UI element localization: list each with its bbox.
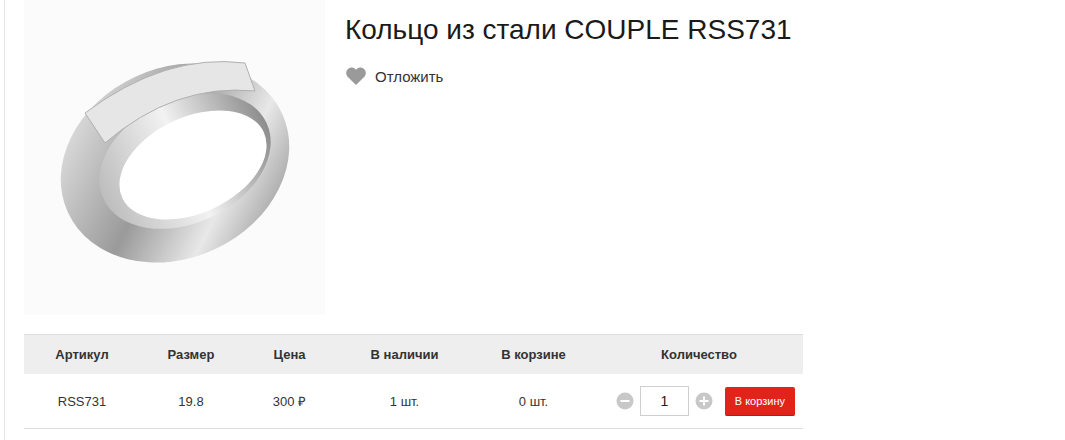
- price-cell: 300 ₽: [242, 392, 337, 410]
- column-header: В наличии: [337, 347, 472, 362]
- column-header: В корзине: [472, 347, 595, 362]
- product-header: Кольцо из стали COUPLE RSS731 Отложить: [24, 0, 1065, 315]
- plus-icon[interactable]: [695, 392, 713, 410]
- size-cell: 19.8: [140, 394, 242, 409]
- quantity-input[interactable]: 1: [640, 386, 689, 416]
- stock-cell: 1 шт.: [337, 394, 472, 409]
- column-header: Артикул: [24, 347, 140, 362]
- product-title: Кольцо из стали COUPLE RSS731: [345, 14, 792, 46]
- wishlist-label: Отложить: [375, 68, 443, 85]
- add-to-cart-button[interactable]: В корзину: [725, 387, 795, 416]
- column-header: Размер: [140, 347, 242, 362]
- product-info: Кольцо из стали COUPLE RSS731 Отложить: [325, 0, 792, 315]
- product-page: Кольцо из стали COUPLE RSS731 Отложить А…: [4, 0, 1065, 440]
- minus-icon[interactable]: [616, 392, 634, 410]
- quantity-cell: 1 В корзину: [595, 386, 803, 416]
- column-header: Цена: [242, 347, 337, 362]
- product-photo: [24, 0, 325, 315]
- in-cart-cell: 0 шт.: [472, 394, 595, 409]
- sku-cell: RSS731: [24, 394, 140, 409]
- wishlist-button[interactable]: Отложить: [345, 66, 792, 86]
- column-header: Количество: [595, 347, 803, 362]
- table-row: RSS731 19.8 300 ₽ 1 шт. 0 шт. 1 В корзин…: [24, 374, 803, 429]
- heart-icon: [345, 66, 367, 86]
- ring-icon: [45, 43, 305, 273]
- offers-table: АртикулРазмерЦенаВ наличииВ корзинеКолич…: [24, 334, 803, 429]
- table-header: АртикулРазмерЦенаВ наличииВ корзинеКолич…: [24, 334, 803, 374]
